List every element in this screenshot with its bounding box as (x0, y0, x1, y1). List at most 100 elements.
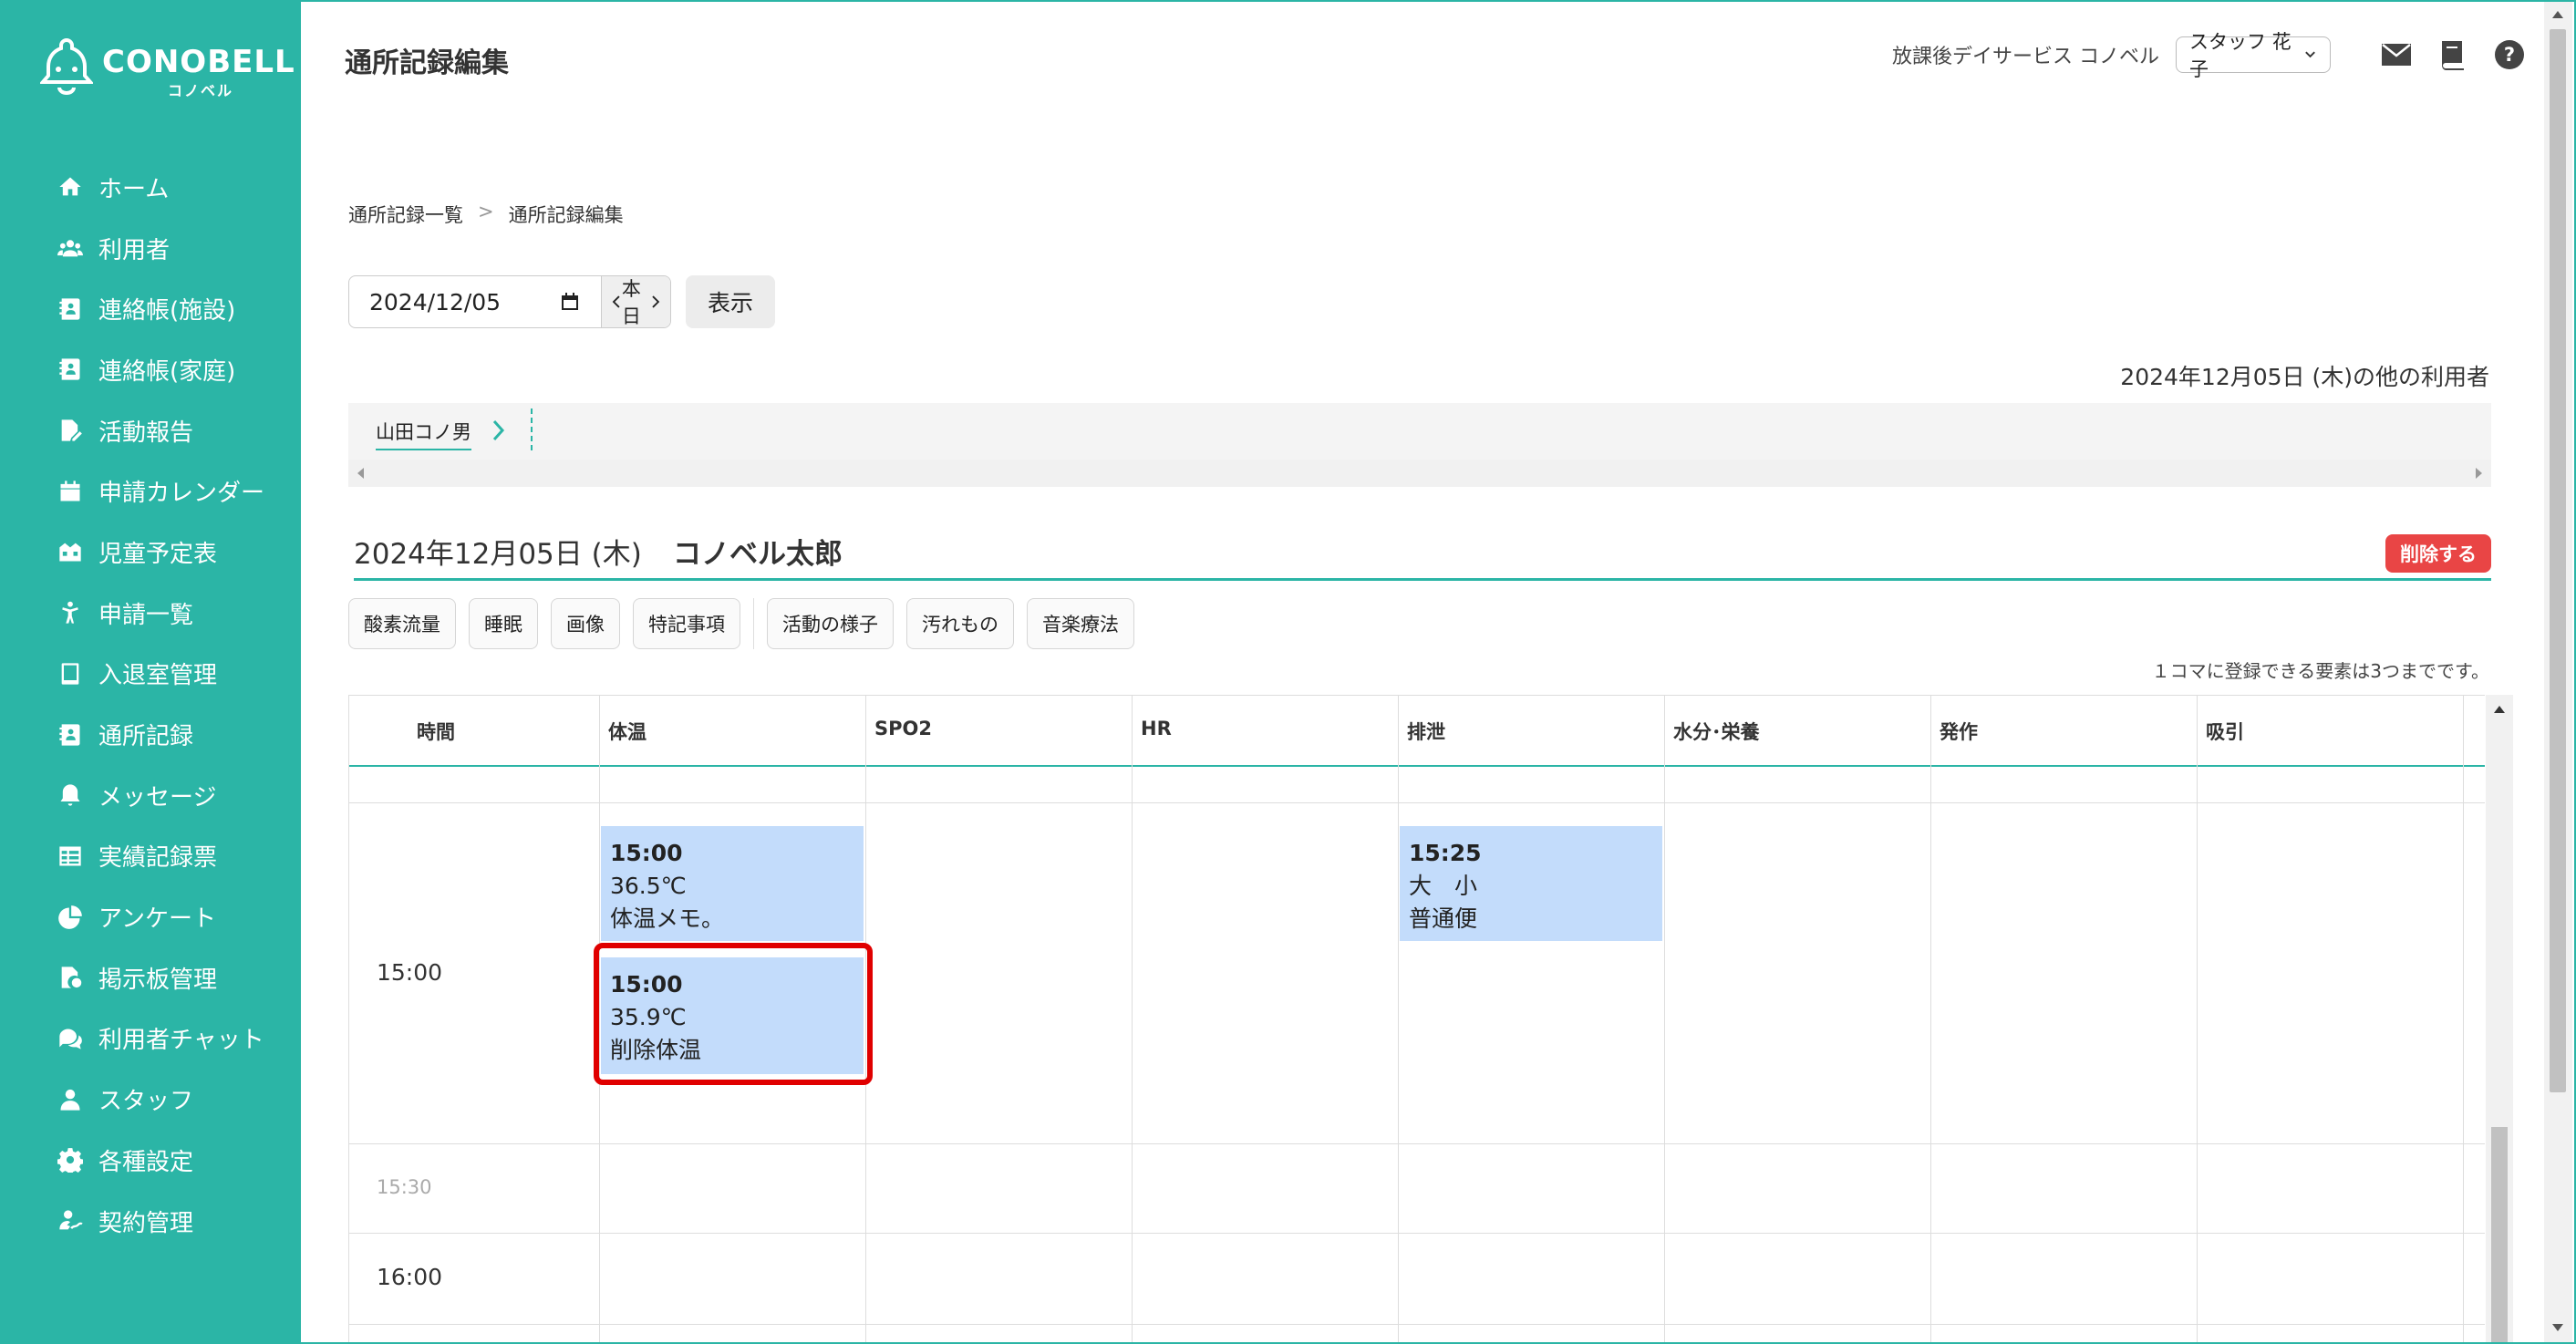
sidebar-item-label: ホーム (98, 175, 170, 203)
brand-sub: コノベル (168, 82, 234, 99)
chip-special-notes[interactable]: 特記事項 (633, 598, 740, 649)
page-scrollbar[interactable] (2544, 2, 2572, 1342)
sidebar-item-label: 申請一覧 (98, 601, 194, 629)
staff-select[interactable]: スタッフ 花子 (2176, 31, 2331, 80)
chevron-right-icon[interactable] (650, 292, 661, 312)
scroll-left-icon[interactable] (357, 468, 364, 479)
delete-button[interactable]: 削除する (2385, 534, 2491, 573)
column-header-spo2: SPO2 (874, 718, 932, 739)
chip-soiled-items[interactable]: 汚れもの (906, 598, 1014, 649)
help-icon[interactable]: ? (2493, 38, 2526, 71)
sidebar-item-label: スタッフ (98, 1088, 194, 1116)
sidebar-item-label: 各種設定 (98, 1148, 194, 1176)
sidebar-item-home[interactable]: ホーム (2, 157, 301, 218)
sidebar-item-attendance[interactable]: 入退室管理 (2, 644, 301, 705)
chip-sleep[interactable]: 睡眠 (469, 598, 538, 649)
chip-oxygen-flow[interactable]: 酸素流量 (348, 598, 456, 649)
grid-vertical-scrollbar[interactable] (2486, 695, 2513, 1342)
chip-music-therapy[interactable]: 音楽療法 (1027, 598, 1134, 649)
grid-line (1664, 695, 1665, 1342)
card-time: 15:25 (1409, 840, 1482, 866)
logo[interactable]: CONOBELL コノベル (40, 36, 295, 100)
card-memo: 体温メモ。 (610, 905, 725, 932)
grid-line (1132, 695, 1133, 1342)
home-icon (55, 173, 86, 201)
chevron-right-icon[interactable] (491, 418, 507, 443)
item-type-chips: 酸素流量 睡眠 画像 特記事項 活動の様子 汚れもの 音楽療法 (348, 598, 1147, 649)
sidebar-item-performance-record[interactable]: 実績記録票 (2, 826, 301, 887)
sidebar-item-contract[interactable]: 契約管理 (2, 1191, 301, 1252)
sidebar-item-users[interactable]: 利用者 (2, 218, 301, 279)
card-value: 36.5℃ (610, 873, 687, 899)
sidebar-item-survey[interactable]: アンケート (2, 886, 301, 947)
grid-header: 時間 体温 SPO2 HR 排泄 水分･栄養 発作 吸引 (349, 695, 2485, 767)
limit-note: １コマに登録できる要素は3つまでです。 (2151, 660, 2489, 682)
scroll-thumb[interactable] (2491, 1127, 2508, 1342)
sidebar-item-user-chat[interactable]: 利用者チャット (2, 1008, 301, 1070)
sidebar-item-settings[interactable]: 各種設定 (2, 1130, 301, 1191)
sidebar-item-label: 児童予定表 (98, 540, 218, 568)
sidebar-item-child-schedule[interactable]: 児童予定表 (2, 522, 301, 583)
tablet-icon (55, 660, 86, 688)
sidebar-item-visit-record[interactable]: 通所記録 (2, 704, 301, 765)
column-header-temperature: 体温 (608, 721, 647, 743)
bell-logo-icon (40, 37, 93, 95)
grid-line (349, 1233, 2485, 1234)
scroll-up-icon[interactable] (2494, 706, 2505, 713)
horizontal-scrollbar[interactable] (348, 460, 2491, 487)
other-users-strip: 山田コノ男 (348, 403, 2491, 487)
breadcrumb-item-list[interactable]: 通所記録一覧 (348, 201, 463, 228)
date-input-value: 2024/12/05 (369, 288, 502, 315)
today-button[interactable]: 本日 (622, 276, 650, 327)
sidebar-item-board[interactable]: 掲示板管理 (2, 947, 301, 1008)
table-icon (55, 843, 86, 870)
sidebar-item-contact-home[interactable]: 連絡帳(家庭) (2, 339, 301, 400)
chevron-down-icon (2305, 51, 2315, 58)
book-icon[interactable] (2436, 38, 2469, 71)
record-card-excretion[interactable]: 15:25 大 小 普通便 (1400, 826, 1662, 941)
sidebar-item-label: アンケート (98, 905, 216, 934)
sidebar-item-application-list[interactable]: 申請一覧 (2, 583, 301, 644)
breadcrumb: 通所記録一覧 > 通所記録編集 (348, 201, 624, 228)
grid-body: 時間 体温 SPO2 HR 排泄 水分･栄養 発作 吸引 15:00 15:30… (348, 695, 2485, 1342)
scroll-up-icon[interactable] (2552, 11, 2563, 18)
sidebar-item-label: 掲示板管理 (98, 966, 218, 994)
highlight-box (594, 943, 873, 1085)
grid-line (1398, 695, 1399, 1342)
sidebar-item-message[interactable]: メッセージ (2, 765, 301, 826)
record-user-name: コノベル太郎 (673, 538, 843, 571)
scroll-thumb[interactable] (2550, 29, 2566, 1092)
card-value: 大 小 (1409, 873, 1478, 899)
mail-icon[interactable] (2380, 38, 2413, 71)
sidebar-item-label: 連絡帳(施設) (98, 297, 236, 326)
sidebar-item-contact-facility[interactable]: 連絡帳(施設) (2, 278, 301, 339)
calendar-icon (55, 478, 86, 505)
time-label: 15:00 (377, 959, 443, 986)
scroll-down-icon[interactable] (2552, 1324, 2563, 1331)
date-nav: 本日 (602, 276, 670, 327)
facility-name: 放課後デイサービス コノベル (1892, 46, 2159, 68)
chip-image[interactable]: 画像 (551, 598, 620, 649)
board-icon (55, 964, 86, 991)
show-button[interactable]: 表示 (686, 275, 775, 328)
other-user-tab[interactable]: 山田コノ男 (376, 418, 471, 450)
time-label: 15:30 (377, 1176, 432, 1198)
chevron-left-icon[interactable] (611, 292, 622, 312)
sidebar-item-label: 実績記録票 (98, 844, 218, 873)
grid-line (349, 802, 2485, 803)
header-right: 放課後デイサービス コノベル スタッフ 花子 ? (1892, 31, 2526, 80)
column-header-excretion: 排泄 (1407, 721, 1445, 743)
sidebar-nav: ホーム 利用者 連絡帳(施設) 連絡帳(家庭) 活動報告 申請カレンダー 児童予… (2, 157, 301, 1251)
svg-text:?: ? (2504, 44, 2515, 66)
sidebar-item-activity-report[interactable]: 活動報告 (2, 400, 301, 461)
record-icon (55, 721, 86, 749)
calendar-icon (562, 293, 578, 310)
scroll-right-icon[interactable] (2476, 468, 2482, 479)
record-card-temperature[interactable]: 15:00 36.5℃ 体温メモ。 (601, 826, 864, 941)
grid-line (2197, 695, 2198, 1342)
date-input[interactable]: 2024/12/05 (349, 276, 602, 327)
sidebar-item-application-calendar[interactable]: 申請カレンダー (2, 460, 301, 522)
chip-activity[interactable]: 活動の様子 (767, 598, 894, 649)
sidebar-item-label: 連絡帳(家庭) (98, 357, 236, 386)
sidebar-item-staff[interactable]: スタッフ (2, 1069, 301, 1130)
